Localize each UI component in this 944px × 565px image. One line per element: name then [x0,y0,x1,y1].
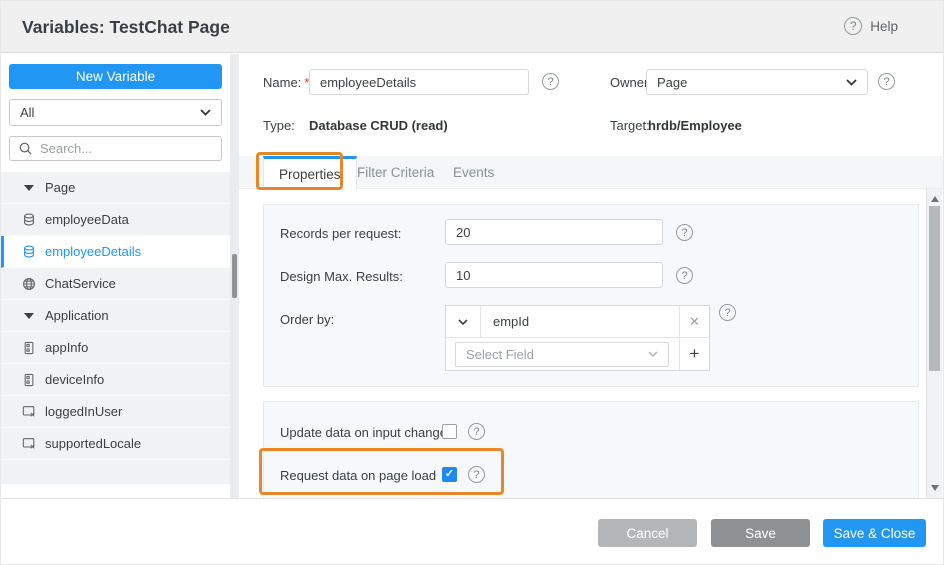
owner-select[interactable]: Page [646,69,868,95]
update-on-input-help-icon[interactable]: ? [468,423,485,440]
tree-item-label: loggedInUser [45,404,122,419]
save-button[interactable]: Save [711,519,810,547]
select-field-placeholder: Select Field [466,347,534,362]
design-max-results-label: Design Max. Results: [280,269,403,284]
search-icon [19,142,32,155]
help-icon: ? [844,17,862,35]
chevron-down-icon [459,320,467,324]
order-by-help-icon[interactable]: ? [719,304,736,321]
content-scrollbar[interactable] [926,189,942,498]
tree-item-employeedetails[interactable]: employeeDetails [1,236,230,268]
type-label: Type: [263,118,295,133]
help-button[interactable]: ? Help [844,17,898,35]
collapse-triangle-icon[interactable] [21,313,36,319]
order-by-field-select[interactable]: Select Field [455,342,669,367]
object-icon [21,341,36,355]
save-close-button[interactable]: Save & Close [823,519,926,547]
tree-item-label: Application [45,308,109,323]
order-by-expand-button[interactable] [446,306,481,337]
tab-events[interactable]: Events [438,156,509,189]
request-settings-section: Records per request: ? Design Max. Resul… [263,204,919,387]
variable-filter-select[interactable]: All [9,99,222,126]
request-on-load-label: Request data on page load [280,468,436,483]
order-by-add-button[interactable]: + [679,338,709,370]
sidebar: New Variable All Page employeeData [1,54,230,498]
owner-help-icon[interactable]: ? [878,73,895,90]
variable-icon [21,405,36,418]
tree-item-label: supportedLocale [45,436,141,451]
panel-scrollbar[interactable] [230,54,239,498]
order-by-add-row: Select Field + [446,338,709,370]
variables-dialog: Variables: TestChat Page ? Help New Vari… [0,0,944,565]
variable-tree: Page employeeData employeeDetails ChatSe… [1,172,230,485]
dialog-header: Variables: TestChat Page ? Help [1,1,944,53]
records-help-icon[interactable]: ? [676,224,693,241]
database-icon [21,212,36,227]
tree-item-page[interactable]: Page [1,172,230,204]
tab-bar: Properties Filter Criteria Events [239,156,944,189]
request-on-load-help-icon[interactable]: ? [468,466,485,483]
name-input[interactable] [309,69,529,95]
chevron-down-icon [200,109,211,116]
scroll-up-button[interactable] [931,196,939,202]
database-icon [21,244,36,259]
new-variable-button[interactable]: New Variable [9,64,222,89]
scroll-down-button[interactable] [931,485,939,491]
page-title: Variables: TestChat Page [22,17,230,38]
records-per-request-input[interactable] [445,219,663,245]
order-by-row: empId ✕ [446,306,709,338]
target-value: hrdb/Employee [648,118,742,133]
tree-item-chatservice[interactable]: ChatService [1,268,230,300]
tree-item-label: deviceInfo [45,372,104,387]
collapse-triangle-icon[interactable] [21,185,36,191]
update-on-input-label: Update data on input change [280,425,447,440]
close-icon: ✕ [689,314,700,330]
object-icon [21,373,36,387]
tree-item-supportedlocale[interactable]: supportedLocale [1,428,230,460]
tree-item-label: appInfo [45,340,88,355]
main-panel: Name:* ? Owner:* Page ? Type: Database C… [239,54,944,498]
cancel-button[interactable]: Cancel [598,519,697,547]
order-by-widget: empId ✕ Select Field + [445,305,710,371]
tree-item-label: employeeDetails [45,244,141,259]
type-value: Database CRUD (read) [309,118,448,133]
tree-item-label: ChatService [45,276,116,291]
tree-item-application[interactable]: Application [1,300,230,332]
search-input[interactable] [40,141,216,156]
name-label: Name:* [263,75,309,90]
variable-icon [21,437,36,450]
tab-content: Records per request: ? Design Max. Resul… [239,189,926,498]
panel-scrollbar-thumb[interactable] [232,254,237,298]
help-label: Help [870,19,898,34]
design-help-icon[interactable]: ? [676,267,693,284]
name-help-icon[interactable]: ? [542,73,559,90]
tree-item-employeedata[interactable]: employeeData [1,204,230,236]
tree-item-appinfo[interactable]: appInfo [1,332,230,364]
tree-item-label: employeeData [45,212,129,227]
chevron-down-icon [846,79,857,86]
content-scrollbar-thumb[interactable] [929,206,940,371]
plus-icon: + [690,344,700,364]
update-on-input-checkbox[interactable]: ✓ [442,424,457,439]
globe-icon [21,277,36,291]
tree-item-label: Page [45,180,75,195]
tree-item-deviceinfo[interactable]: deviceInfo [1,364,230,396]
tab-filter-criteria[interactable]: Filter Criteria [342,156,449,189]
owner-value: Page [657,75,687,90]
dialog-footer: Cancel Save Save & Close [1,498,944,565]
target-label: Target: [610,118,650,133]
chevron-down-icon [648,351,658,357]
order-by-remove-button[interactable]: ✕ [679,306,709,337]
request-on-load-checkbox[interactable]: ✓ [442,467,457,482]
data-load-section: Update data on input change ✓ ? Request … [263,401,919,498]
records-per-request-label: Records per request: [280,226,401,241]
design-max-results-input[interactable] [445,262,663,288]
tree-empty-row [1,460,230,485]
tree-item-loggedinuser[interactable]: loggedInUser [1,396,230,428]
filter-value: All [20,105,34,120]
check-icon: ✓ [445,469,454,480]
search-box [9,136,222,161]
order-by-value: empId [481,306,679,337]
order-by-label: Order by: [280,312,334,327]
